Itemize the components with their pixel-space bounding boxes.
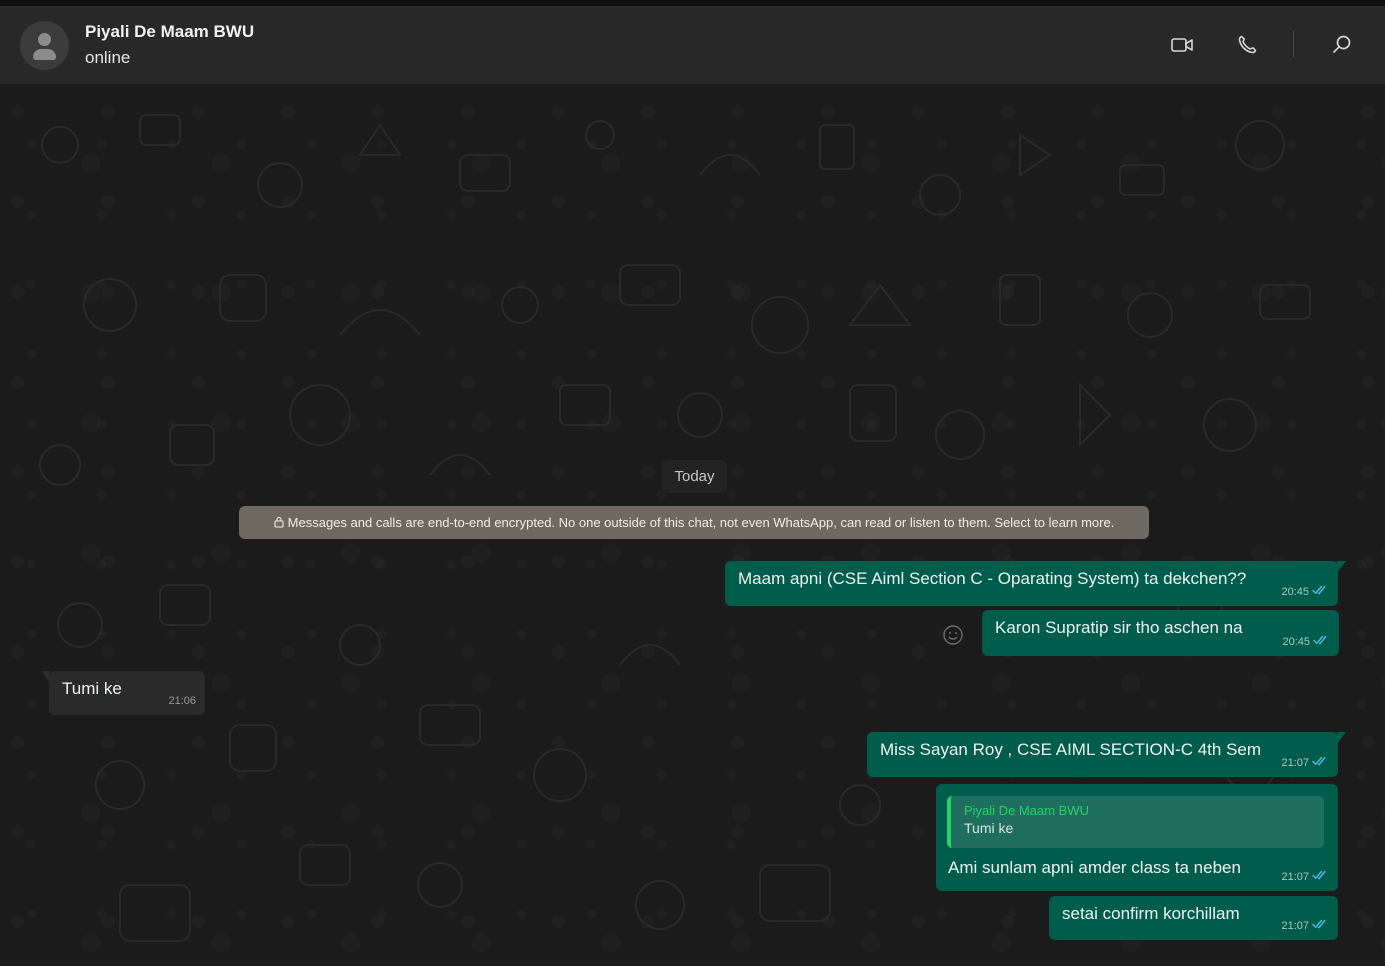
message-bubble-incoming[interactable]: Tumi ke 21:06 xyxy=(41,671,205,715)
voice-call-button[interactable] xyxy=(1232,30,1262,60)
read-receipt-icon xyxy=(1312,870,1328,883)
quoted-reply-author: Piyali De Maam BWU xyxy=(964,803,1089,818)
chat-header: Piyali De Maam BWU online xyxy=(0,6,1385,85)
read-receipt-icon xyxy=(1312,919,1328,932)
message-text: Maam apni (CSE Aiml Section C - Oparatin… xyxy=(738,569,1247,588)
message-time: 21:06 xyxy=(168,695,196,707)
emoji-reaction-button[interactable] xyxy=(940,622,966,648)
message-meta: 21:07 xyxy=(1281,919,1328,932)
message-time: 21:07 xyxy=(1281,919,1309,932)
bubble-tail xyxy=(1337,561,1346,573)
message-meta: 20:45 xyxy=(1281,585,1328,598)
message-bubble-outgoing[interactable]: Maam apni (CSE Aiml Section C - Oparatin… xyxy=(725,561,1346,606)
lock-icon xyxy=(274,507,284,540)
message-text: Ami sunlam apni amder class ta neben xyxy=(948,858,1241,877)
message-bubble-outgoing[interactable]: Karon Supratip sir tho aschen na 20:45 xyxy=(982,610,1339,656)
read-receipt-icon xyxy=(1312,585,1328,598)
message-bubble-outgoing[interactable]: setai confirm korchillam 21:07 xyxy=(1049,896,1338,940)
voice-call-icon xyxy=(1232,30,1262,60)
video-call-icon xyxy=(1167,30,1197,60)
avatar-head-shape xyxy=(38,33,51,46)
message-text: Miss Sayan Roy , CSE AIML SECTION-C 4th … xyxy=(880,740,1262,759)
message-bubble-outgoing[interactable]: Piyali De Maam BWU Tumi ke Ami sunlam ap… xyxy=(936,784,1338,891)
bubble-tail xyxy=(1337,732,1346,744)
quoted-reply-text: Tumi ke xyxy=(964,820,1014,836)
avatar-body-shape xyxy=(33,49,56,60)
message-meta: 21:06 xyxy=(168,695,196,707)
read-receipt-icon xyxy=(1313,635,1329,648)
search-button[interactable] xyxy=(1327,30,1357,60)
contact-status: online xyxy=(85,48,131,67)
date-separator: Today xyxy=(662,460,727,493)
quoted-reply[interactable]: Piyali De Maam BWU Tumi ke xyxy=(947,796,1324,848)
whatsapp-window: Piyali De Maam BWU online Today Messages… xyxy=(0,0,1385,966)
contact-avatar[interactable] xyxy=(20,21,69,70)
encryption-notice-text: Messages and calls are end-to-end encryp… xyxy=(287,515,1115,530)
encryption-notice[interactable]: Messages and calls are end-to-end encryp… xyxy=(239,506,1149,539)
message-meta: 21:07 xyxy=(1281,870,1328,883)
message-time: 21:07 xyxy=(1281,756,1309,769)
message-text: Karon Supratip sir tho aschen na xyxy=(995,618,1243,637)
contact-name[interactable]: Piyali De Maam BWU xyxy=(85,22,254,42)
message-meta: 20:45 xyxy=(1282,635,1329,648)
search-icon xyxy=(1327,30,1357,60)
bubble-tail xyxy=(41,671,50,683)
read-receipt-icon xyxy=(1312,756,1328,769)
header-divider xyxy=(1293,31,1294,57)
message-bubble-outgoing[interactable]: Miss Sayan Roy , CSE AIML SECTION-C 4th … xyxy=(867,732,1346,777)
message-time: 21:07 xyxy=(1281,870,1309,883)
video-call-button[interactable] xyxy=(1167,30,1197,60)
message-meta: 21:07 xyxy=(1281,756,1328,769)
message-time: 20:45 xyxy=(1281,585,1309,598)
chat-area[interactable]: Today Messages and calls are end-to-end … xyxy=(0,85,1385,966)
message-time: 20:45 xyxy=(1282,635,1310,648)
